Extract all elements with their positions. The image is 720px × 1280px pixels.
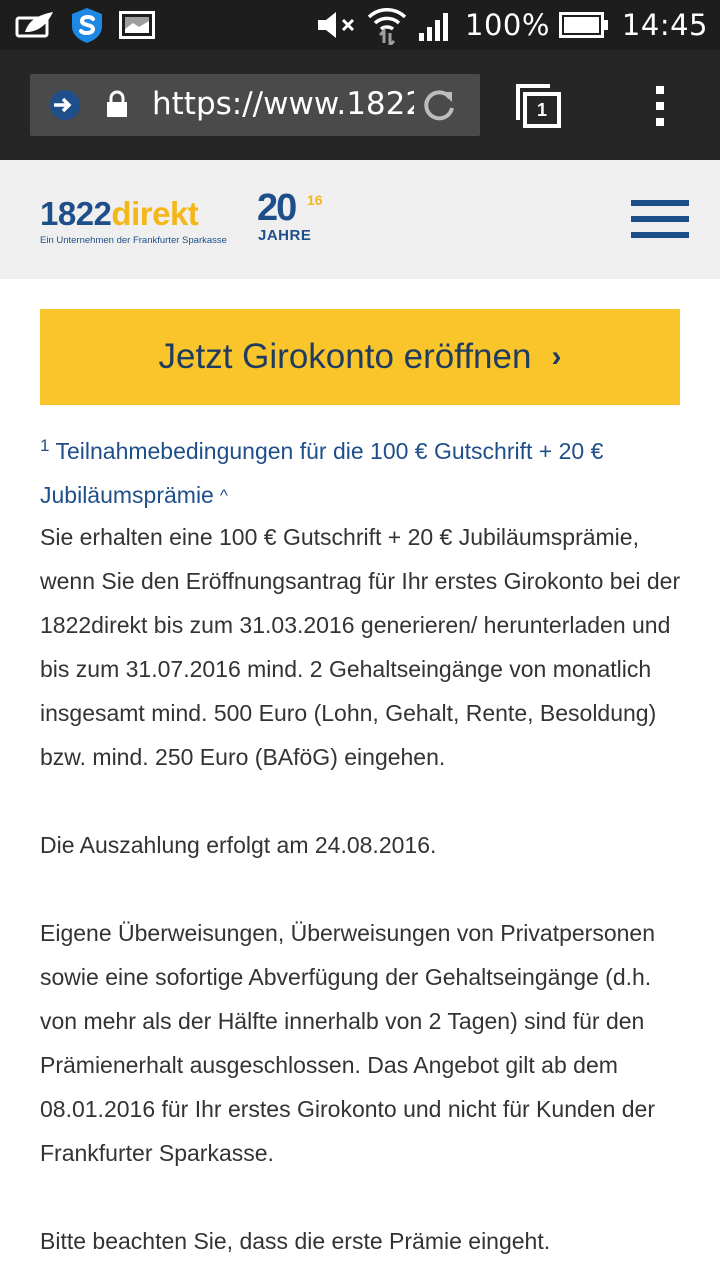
clock: 14:45 <box>621 8 708 42</box>
terms-toggle-link[interactable]: 1 Teilnahmebedingungen für die 100 € Guts… <box>40 424 680 520</box>
hamburger-line <box>631 200 689 206</box>
status-bar: 100% 14:45 <box>0 0 720 50</box>
vpn-shield-icon <box>66 6 108 44</box>
terms-body: Sie erhalten eine 100 € Gutschrift + 20 … <box>40 515 690 1280</box>
terms-heading: Teilnahmebedingungen für die 100 € Gutsc… <box>40 438 604 508</box>
anniversary-year: 16 <box>307 192 323 208</box>
footnote-marker: 1 <box>40 436 50 455</box>
logo-number: 1822 <box>40 195 112 232</box>
menu-dots-icon[interactable] <box>648 84 672 128</box>
address-bar[interactable]: https://www.1822... <box>30 74 480 136</box>
lock-icon <box>106 90 128 118</box>
wifi-icon <box>365 5 409 45</box>
image-icon <box>118 10 156 40</box>
site-icon <box>48 88 82 122</box>
battery-percent: 100% <box>465 8 550 42</box>
browser-toolbar: https://www.1822... 1 <box>0 50 720 160</box>
tab-count: 1 <box>523 92 561 128</box>
anniversary-number: 20 <box>257 187 297 229</box>
hamburger-line <box>631 216 689 222</box>
signal-icon <box>417 8 455 42</box>
hamburger-menu-icon[interactable] <box>631 200 689 240</box>
url-text[interactable]: https://www.1822... <box>152 86 414 124</box>
chevron-up-icon: ^ <box>219 486 228 505</box>
chevron-right-icon: › <box>551 340 562 373</box>
battery-icon <box>558 10 610 40</box>
open-account-label: Jetzt Girokonto eröffnen <box>158 337 532 376</box>
site-header: 1822direkt Ein Unternehmen der Frankfurt… <box>0 160 720 279</box>
terms-paragraph: Die Auszahlung erfolgt am 24.08.2016. <box>40 832 437 858</box>
logo-wordmark: 1822direkt <box>40 194 199 234</box>
reload-icon[interactable] <box>420 86 458 124</box>
mute-icon <box>315 8 359 42</box>
hamburger-line <box>631 232 689 238</box>
terms-paragraph: Sie erhalten eine 100 € Gutschrift + 20 … <box>40 524 681 770</box>
notification-icon <box>14 8 56 42</box>
terms-paragraph: Bitte beachten Sie, dass die erste Prämi… <box>40 1228 551 1254</box>
terms-paragraph: Eigene Überweisungen, Überweisungen von … <box>40 920 655 1166</box>
open-account-button[interactable]: Jetzt Girokonto eröffnen › <box>40 309 680 405</box>
anniversary-badge: 20 16 JAHRE <box>257 188 329 246</box>
logo-subtitle: Ein Unternehmen der Frankfurter Sparkass… <box>40 235 227 246</box>
logo-accent: direkt <box>111 195 199 232</box>
anniversary-label: JAHRE <box>258 227 312 244</box>
status-left-icons <box>14 6 156 44</box>
status-right-area: 100% 14:45 <box>315 0 708 50</box>
